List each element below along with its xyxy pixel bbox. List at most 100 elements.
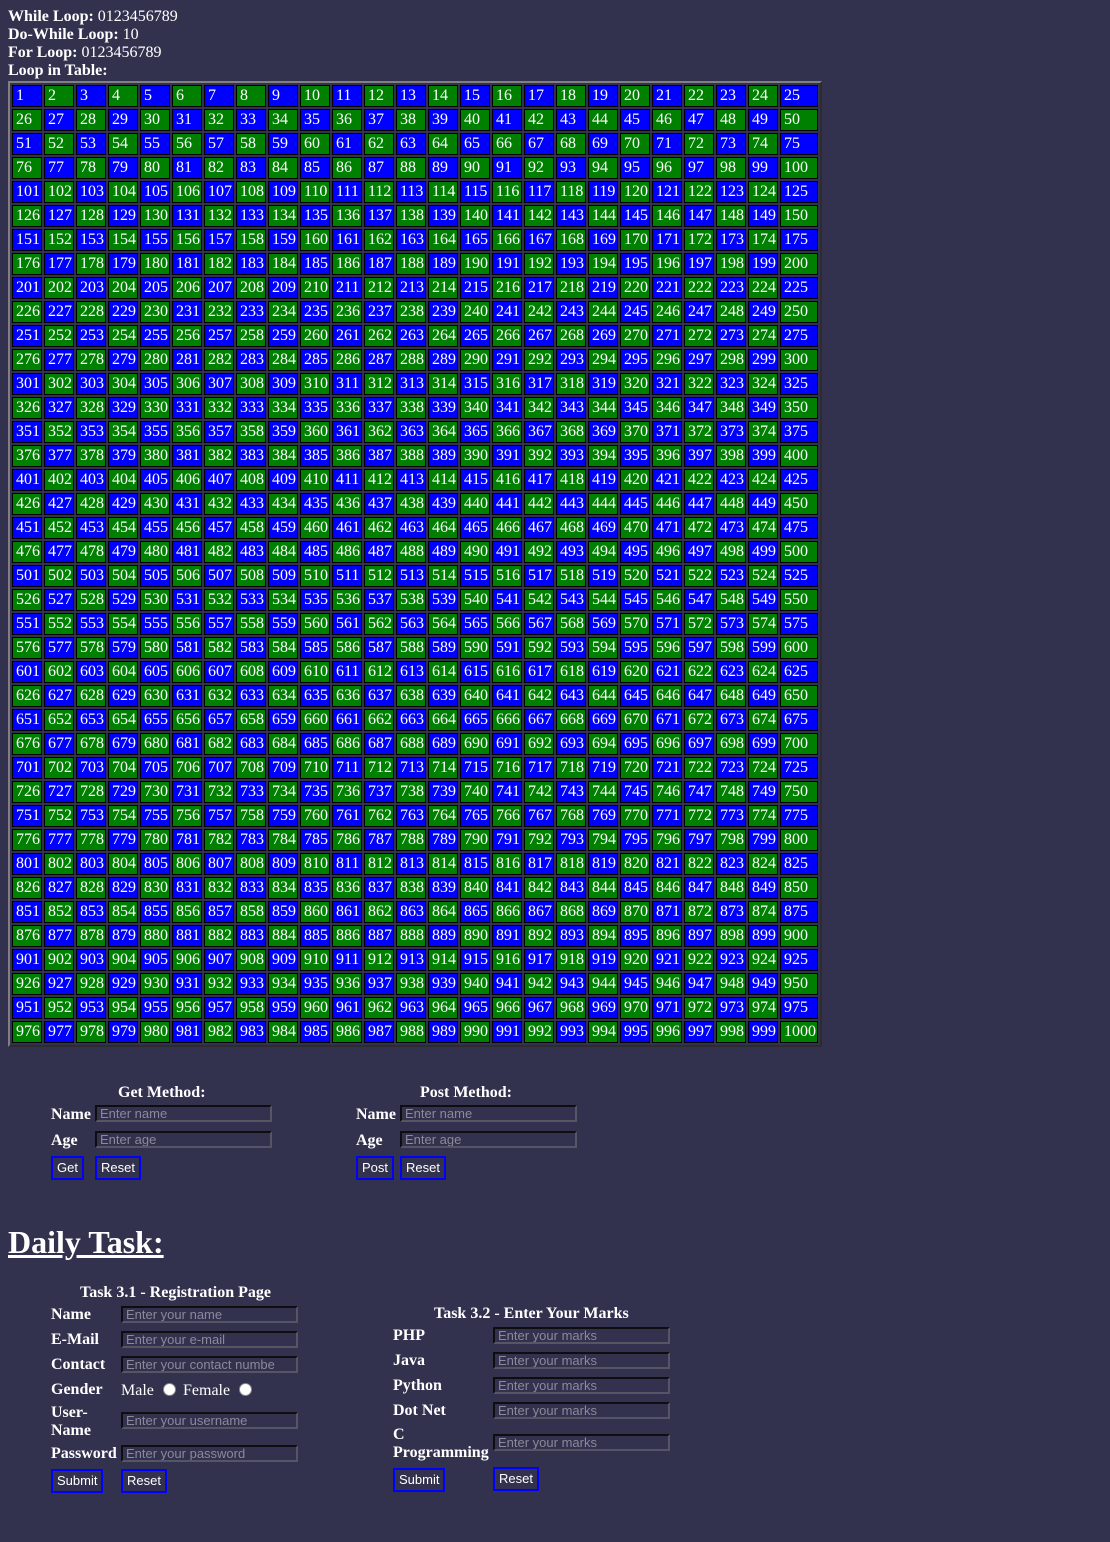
number-cell: 541 [492,589,522,611]
number-cell: 132 [204,205,234,227]
number-cell: 497 [684,541,714,563]
number-cell: 62 [364,133,394,155]
number-cell: 63 [396,133,426,155]
reg-reset-button[interactable]: Reset [121,1469,167,1493]
number-cell: 535 [300,589,330,611]
number-cell: 342 [524,397,554,419]
number-cell: 461 [332,517,362,539]
number-cell: 905 [140,949,170,971]
java-marks-input[interactable] [493,1352,670,1369]
number-cell: 355 [140,421,170,443]
number-cell: 399 [748,445,778,467]
number-cell: 52 [44,133,74,155]
number-cell: 5 [140,85,170,107]
number-cell: 702 [44,757,74,779]
number-cell: 88 [396,157,426,179]
number-cell: 952 [44,997,74,1019]
post-name-input[interactable] [400,1105,577,1122]
number-cell: 630 [140,685,170,707]
number-cell: 621 [652,661,682,683]
female-radio[interactable] [239,1383,252,1396]
number-cell: 620 [620,661,650,683]
number-cell: 91 [492,157,522,179]
number-cell: 994 [588,1021,618,1043]
reg-password-input[interactable] [121,1445,298,1462]
marks-submit-button[interactable]: Submit [393,1468,446,1492]
number-cell: 413 [396,469,426,491]
number-cell: 632 [204,685,234,707]
number-cell: 548 [716,589,746,611]
number-cell: 536 [332,589,362,611]
number-cell: 369 [588,421,618,443]
number-cell: 468 [556,517,586,539]
number-cell: 234 [268,301,298,323]
number-cell: 848 [716,877,746,899]
number-cell: 901 [12,949,42,971]
number-cell: 704 [108,757,138,779]
get-name-input[interactable] [95,1105,272,1122]
number-cell: 530 [140,589,170,611]
number-cell: 687 [364,733,394,755]
number-cell: 253 [76,325,106,347]
male-radio[interactable] [163,1383,176,1396]
number-cell: 385 [300,445,330,467]
number-cell: 866 [492,901,522,923]
reg-name-input[interactable] [121,1306,298,1323]
number-cell: 434 [268,493,298,515]
number-cell: 449 [748,493,778,515]
number-cell: 226 [12,301,42,323]
get-reset-button[interactable]: Reset [95,1156,141,1180]
number-cell: 977 [44,1021,74,1043]
number-cell: 585 [300,637,330,659]
dotnet-marks-input[interactable] [493,1402,670,1419]
post-submit-button[interactable]: Post [356,1156,395,1180]
number-cell: 993 [556,1021,586,1043]
number-cell: 401 [12,469,42,491]
number-cell: 179 [108,253,138,275]
reg-contact-input[interactable] [121,1356,298,1373]
number-cell: 95 [620,157,650,179]
c-marks-input[interactable] [493,1434,670,1451]
reg-username-input[interactable] [121,1412,298,1429]
number-cell: 422 [684,469,714,491]
marks-reset-button[interactable]: Reset [493,1467,539,1491]
number-cell: 319 [588,373,618,395]
reg-submit-button[interactable]: Submit [51,1469,104,1493]
number-cell: 124 [748,181,778,203]
number-cell: 1 [12,85,42,107]
number-cell: 487 [364,541,394,563]
number-cell: 949 [748,973,778,995]
number-cell: 265 [460,325,490,347]
number-cell: 934 [268,973,298,995]
number-cell: 304 [108,373,138,395]
number-cell: 801 [12,853,42,875]
number-cell: 693 [556,733,586,755]
number-cell: 364 [428,421,458,443]
table-row: 826 827 828 829 830 831 832 833 834 835 836 837 838 8… [12,877,818,899]
python-marks-input[interactable] [493,1377,670,1394]
table-row: 401 402 403 404 405 406 407 408 409 410 411 412 413 4… [12,469,818,491]
do-while-loop-value: 10 [118,26,139,43]
number-cell: 435 [300,493,330,515]
number-cell: 259 [268,325,298,347]
number-cell: 742 [524,781,554,803]
number-cell: 678 [76,733,106,755]
number-cell: 686 [332,733,362,755]
number-cell: 946 [652,973,682,995]
get-age-input[interactable] [95,1131,272,1148]
post-reset-button[interactable]: Reset [400,1156,446,1180]
php-marks-input[interactable] [493,1327,670,1344]
get-submit-button[interactable]: Get [51,1156,84,1180]
reg-email-input[interactable] [121,1331,298,1348]
number-cell: 961 [332,997,362,1019]
number-cell: 834 [268,877,298,899]
for-loop-line: For Loop: 0123456789 [8,44,178,62]
number-cell: 18 [556,85,586,107]
post-age-input[interactable] [400,1131,577,1148]
number-cell: 677 [44,733,74,755]
number-cell: 37 [364,109,394,131]
number-cell: 64 [428,133,458,155]
number-cell: 488 [396,541,426,563]
number-cell: 504 [108,565,138,587]
number-cell: 177 [44,253,74,275]
